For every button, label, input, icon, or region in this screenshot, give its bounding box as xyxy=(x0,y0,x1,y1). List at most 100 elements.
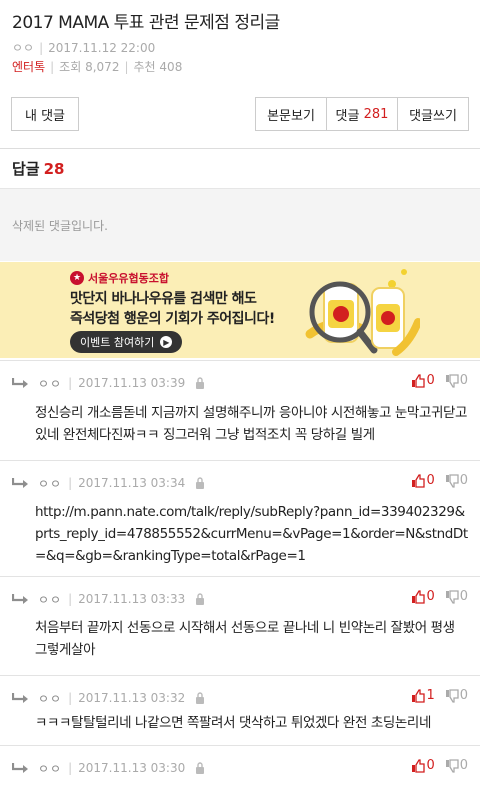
post-author[interactable]: ㅇㅇ xyxy=(12,41,34,55)
ad-event-button-label: 이벤트 참여하기 xyxy=(80,336,155,349)
comment-date: 2017.11.13 03:39 xyxy=(78,376,186,390)
deleted-comment: 삭제된 댓글입니다. xyxy=(0,188,480,261)
reply-arrow-icon xyxy=(12,693,28,703)
downvote-count: 0 xyxy=(459,688,468,703)
lock-icon xyxy=(196,477,205,489)
downvote-button[interactable]: 0 xyxy=(445,589,468,604)
thumbs-up-icon xyxy=(412,589,426,604)
comment-votes: 0 0 xyxy=(411,373,468,388)
toolbar: 내 댓글 본문보기 댓글 281 댓글쓰기 xyxy=(11,97,469,131)
comment-text: 정신승리 개소름돋네 지금까지 설명해주니까 응아니야 시전해놓고 눈막고귀닫고… xyxy=(35,405,468,443)
thumbs-down-icon xyxy=(445,758,459,773)
downvote-button[interactable]: 0 xyxy=(445,373,468,388)
comment-date: 2017.11.13 03:32 xyxy=(78,691,186,705)
comment-meta: ㅇㅇ | 2017.11.13 03:34 xyxy=(12,475,205,491)
comment-votes: 1 0 xyxy=(411,688,468,703)
thumbs-down-icon xyxy=(445,688,459,703)
replies-count: 28 xyxy=(43,160,65,178)
my-comments-button[interactable]: 내 댓글 xyxy=(11,97,79,131)
comment-votes: 0 0 xyxy=(411,758,468,773)
write-comment-button[interactable]: 댓글쓰기 xyxy=(398,98,468,130)
arrow-right-icon: ▶ xyxy=(160,336,173,348)
comment-author[interactable]: ㅇㅇ xyxy=(38,690,62,707)
comment-votes: 0 0 xyxy=(411,473,468,488)
post-header: 2017 MAMA 투표 관련 문제점 정리글 ㅇㅇ | 2017.11.12 22… xyxy=(0,0,480,76)
lock-icon xyxy=(196,593,205,605)
views-count: 8,072 xyxy=(85,60,120,74)
thumbs-up-icon xyxy=(412,688,426,703)
views-label: 조회 xyxy=(59,60,82,74)
comment-meta: ㅇㅇ | 2017.11.13 03:32 xyxy=(12,690,205,706)
upvote-count: 0 xyxy=(426,589,435,604)
upvote-button[interactable]: 0 xyxy=(411,473,435,488)
divider xyxy=(0,148,480,149)
upvote-count: 1 xyxy=(426,688,435,703)
comment-item: ㅇㅇ | 2017.11.13 03:34 0 0 http://m.pann.na… xyxy=(0,460,480,575)
comment-author[interactable]: ㅇㅇ xyxy=(38,591,62,608)
thumbs-up-icon xyxy=(412,758,426,773)
recommend-count: 408 xyxy=(159,60,183,74)
comment-date: 2017.11.13 03:33 xyxy=(78,592,186,606)
thumbs-down-icon xyxy=(445,473,459,488)
ad-banner[interactable]: ★ 서울우유협동조합 맛단지 바나나우유를 검색만 해도 즉석당첨 행운의 기회… xyxy=(0,262,480,358)
upvote-count: 0 xyxy=(426,473,435,488)
reply-arrow-icon xyxy=(12,763,28,773)
post-meta-stats: 엔터톡 | 조회 8,072 | 추천 408 xyxy=(12,60,183,74)
comment-text: ㅋㅋㅋ탈탈털리네 나같으면 쪽팔려서 댓삭하고 튀었겠다 완전 초딩논리네 xyxy=(35,715,431,731)
ad-brand-name: 서울우유협동조합 xyxy=(88,272,169,285)
reply-arrow-icon xyxy=(12,378,28,388)
recommend-label: 추천 xyxy=(133,60,156,74)
upvote-button[interactable]: 0 xyxy=(411,589,435,604)
lock-icon xyxy=(196,377,205,389)
upvote-count: 0 xyxy=(426,373,435,388)
post-date: 2017.11.12 22:00 xyxy=(48,41,156,55)
upvote-button[interactable]: 0 xyxy=(411,758,435,773)
post-title: 2017 MAMA 투표 관련 문제점 정리글 xyxy=(12,13,280,33)
replies-heading: 답글 28 xyxy=(12,158,64,179)
downvote-button[interactable]: 0 xyxy=(445,688,468,703)
comment-item: ㅇㅇ | 2017.11.13 03:32 1 0 ㅋㅋㅋ탈탈털리네 나같으면 쪽팔… xyxy=(0,675,480,744)
lock-icon xyxy=(196,692,205,704)
upvote-button[interactable]: 0 xyxy=(411,373,435,388)
comment-item: ㅇㅇ | 2017.11.13 03:30 0 0 xyxy=(0,745,480,785)
ad-headline-1: 맛단지 바나나우유를 검색만 해도 xyxy=(70,291,257,307)
comment-author[interactable]: ㅇㅇ xyxy=(38,375,62,392)
upvote-button[interactable]: 1 xyxy=(411,688,435,703)
toolbar-button-group: 본문보기 댓글 281 댓글쓰기 xyxy=(255,97,469,131)
comments-count: 281 xyxy=(363,106,389,122)
thumbs-down-icon xyxy=(445,589,459,604)
view-body-button[interactable]: 본문보기 xyxy=(256,98,327,130)
downvote-count: 0 xyxy=(459,758,468,773)
comment-meta: ㅇㅇ | 2017.11.13 03:39 xyxy=(12,375,205,391)
thumbs-up-icon xyxy=(412,473,426,488)
comment-item: ㅇㅇ | 2017.11.13 03:39 0 0 정신승리 개소름돋네 지금까지 … xyxy=(0,360,480,459)
comments-button[interactable]: 댓글 281 xyxy=(327,98,398,130)
ad-headline-2: 즉석당첨 행운의 기회가 주어집니다! xyxy=(70,311,275,327)
comments-label: 댓글 xyxy=(335,108,360,124)
lock-icon xyxy=(196,762,205,774)
downvote-button[interactable]: 0 xyxy=(445,758,468,773)
comment-text[interactable]: http://m.pann.nate.com/talk/reply/subRep… xyxy=(35,501,470,567)
post-category[interactable]: 엔터톡 xyxy=(12,60,45,74)
ad-brand: ★ 서울우유협동조합 xyxy=(70,270,169,286)
thumbs-down-icon xyxy=(445,373,459,388)
deleted-comment-text: 삭제된 댓글입니다. xyxy=(12,219,108,233)
downvote-count: 0 xyxy=(459,373,468,388)
comment-author[interactable]: ㅇㅇ xyxy=(38,760,62,777)
brand-logo-icon: ★ xyxy=(70,271,84,285)
comment-item: ㅇㅇ | 2017.11.13 03:33 0 0 처음부터 끝까지 선동으로 시작… xyxy=(0,576,480,674)
comment-date: 2017.11.13 03:30 xyxy=(78,761,186,775)
comment-votes: 0 0 xyxy=(411,589,468,604)
reply-arrow-icon xyxy=(12,594,28,604)
post-meta-author: ㅇㅇ | 2017.11.12 22:00 xyxy=(12,41,156,55)
comment-date: 2017.11.13 03:34 xyxy=(78,476,186,490)
comment-text: 처음부터 끝까지 선동으로 시작해서 선동으로 끝나네 니 빈약논리 잘봤어 평… xyxy=(35,620,455,658)
downvote-button[interactable]: 0 xyxy=(445,473,468,488)
reply-arrow-icon xyxy=(12,478,28,488)
thumbs-up-icon xyxy=(412,373,426,388)
replies-label: 답글 xyxy=(12,160,40,178)
comment-meta: ㅇㅇ | 2017.11.13 03:33 xyxy=(12,591,205,607)
comment-author[interactable]: ㅇㅇ xyxy=(38,475,62,492)
downvote-count: 0 xyxy=(459,473,468,488)
ad-event-button[interactable]: 이벤트 참여하기 ▶ xyxy=(70,331,183,353)
